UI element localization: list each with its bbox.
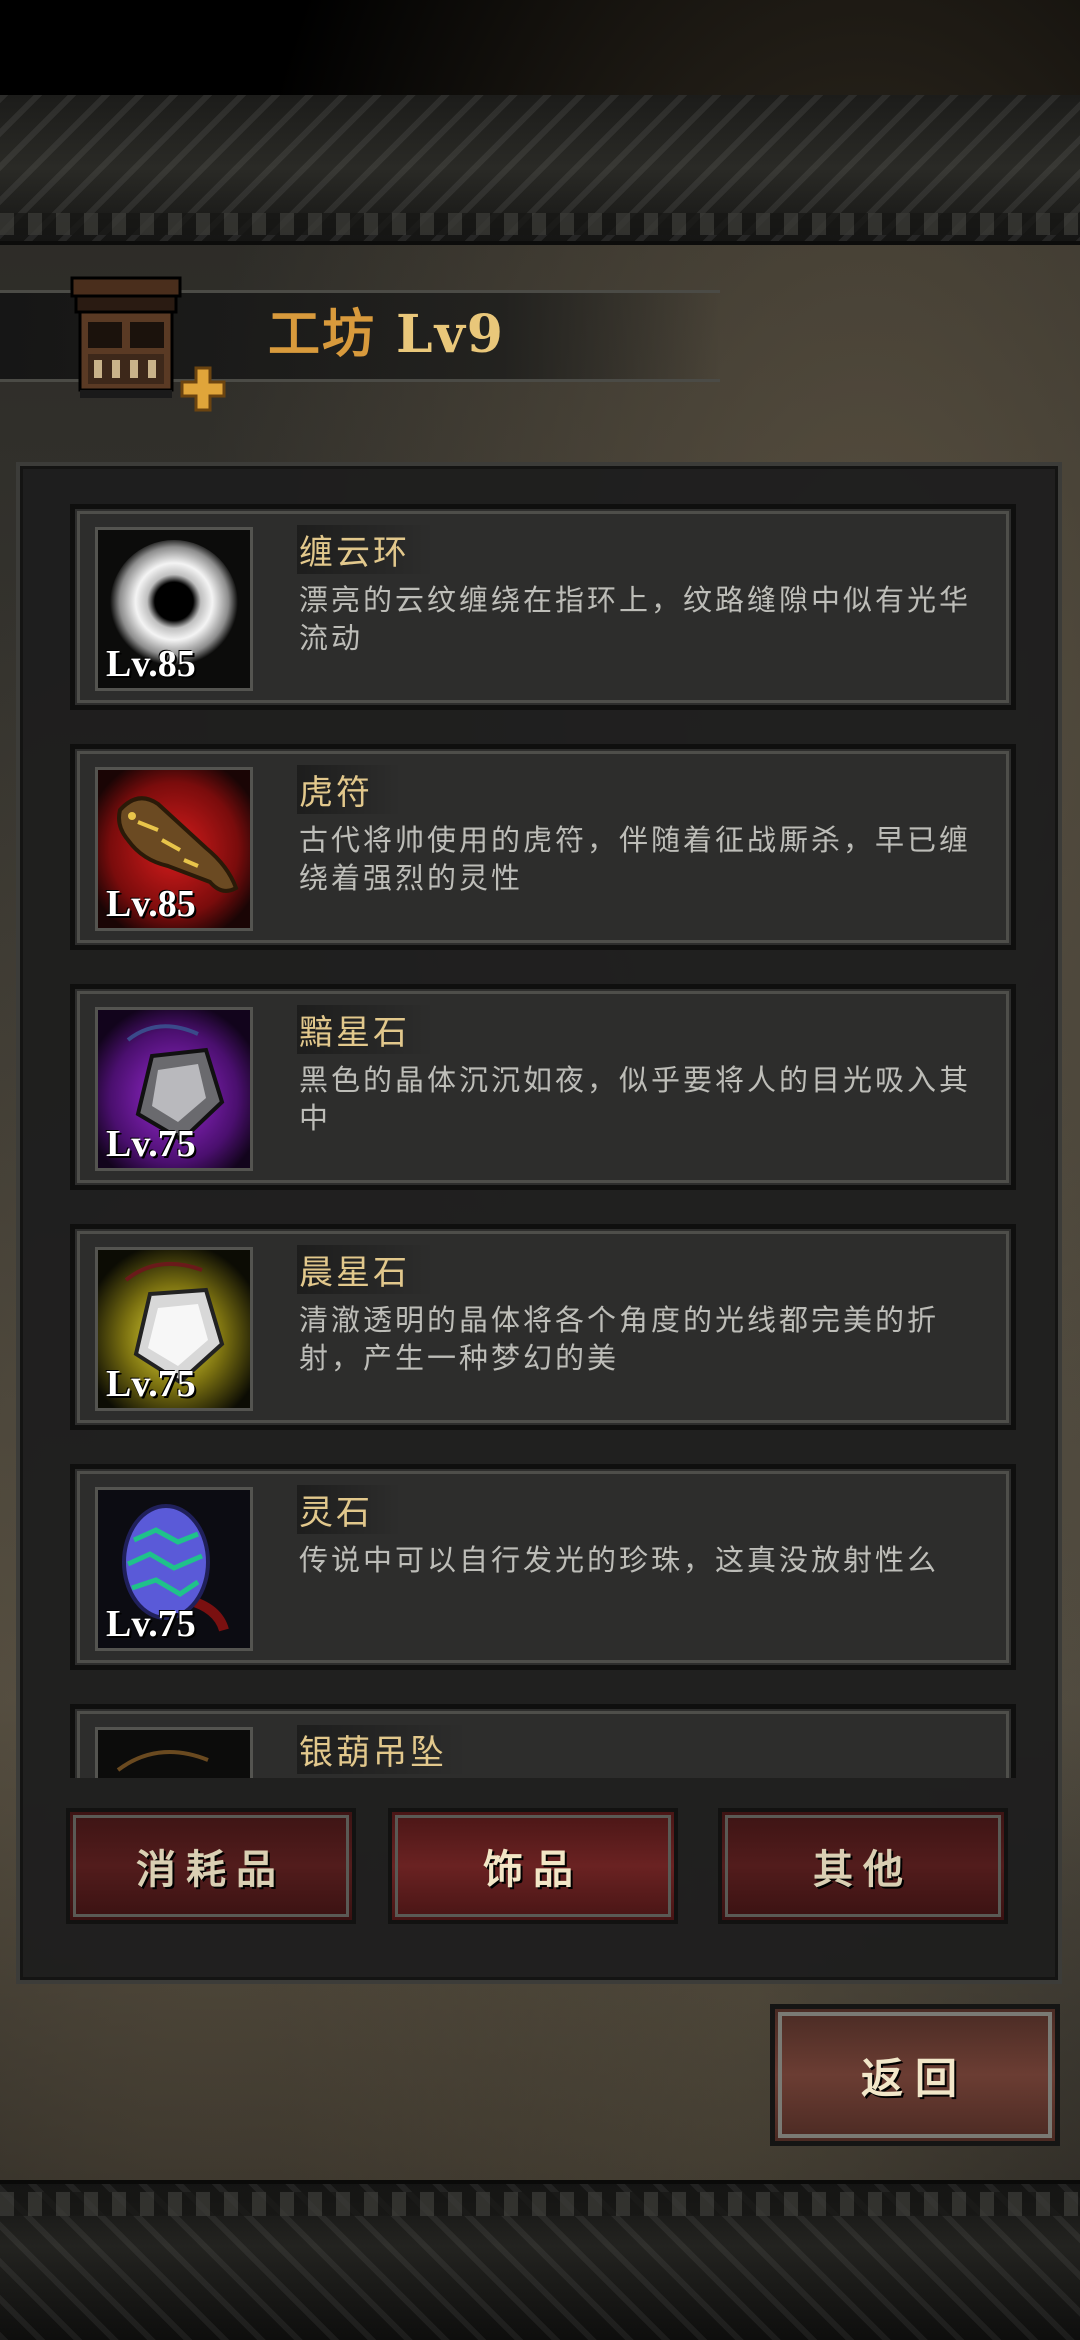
- tab-other[interactable]: 其他: [718, 1808, 1008, 1924]
- item-name: 缠云环: [297, 525, 450, 574]
- item-name: 虎符: [297, 765, 413, 814]
- item-description: 古代将帅使用的虎符，伴随着征战厮杀，早已缠绕着强烈的灵性: [299, 823, 972, 895]
- item-description: 传说中可以自行发光的珍珠，这真没放射性么: [299, 1543, 940, 1577]
- item-name: 黯星石: [297, 1005, 450, 1054]
- back-button[interactable]: 返回: [770, 2004, 1060, 2146]
- list-item[interactable]: Lv.75 晨星石 清澈透明的晶体将各个角度的光线都完美的折射，产生一种梦幻的美: [70, 1224, 1016, 1430]
- list-item[interactable]: Lv.75 黯星石 黑色的晶体沉沉如夜，似乎要将人的目光吸入其中: [70, 984, 1016, 1190]
- item-icon-frame: Lv.85: [95, 527, 253, 691]
- item-icon-frame: Lv.75: [95, 1487, 253, 1651]
- item-level: Lv.75: [106, 1363, 196, 1405]
- top-decorative-border: [0, 95, 1080, 245]
- item-icon-frame: [95, 1727, 253, 1778]
- tab-consumables[interactable]: 消耗品: [66, 1808, 356, 1924]
- item-description: 漂亮的云纹缠绕在指环上，纹路缝隙中似有光华流动: [299, 583, 972, 655]
- plus-icon: [180, 366, 226, 412]
- silver-gourd-pendant-icon: [98, 1730, 250, 1778]
- item-level: Lv.75: [106, 1123, 196, 1165]
- tab-accessories[interactable]: 饰品: [388, 1808, 678, 1924]
- item-description: 清澈透明的晶体将各个角度的光线都完美的折射，产生一种梦幻的美: [299, 1303, 940, 1375]
- item-level: Lv.75: [106, 1603, 196, 1645]
- item-name: 灵石: [297, 1485, 413, 1534]
- item-icon-frame: Lv.75: [95, 1247, 253, 1411]
- list-item[interactable]: Lv.85 缠云环 漂亮的云纹缠绕在指环上，纹路缝隙中似有光华流动: [70, 504, 1016, 710]
- list-item[interactable]: Lv.85 虎符 古代将帅使用的虎符，伴随着征战厮杀，早已缠绕着强烈的灵性: [70, 744, 1016, 950]
- item-name: 银葫吊坠: [297, 1725, 487, 1774]
- item-icon-frame: Lv.75: [95, 1007, 253, 1171]
- bottom-decorative-border: [0, 2180, 1080, 2340]
- workshop-title: 工坊: [268, 304, 377, 365]
- list-item[interactable]: 银葫吊坠: [70, 1704, 1016, 1778]
- item-list[interactable]: Lv.85 缠云环 漂亮的云纹缠绕在指环上，纹路缝隙中似有光华流动 Lv.85 …: [70, 504, 1016, 1778]
- item-description: 黑色的晶体沉沉如夜，似乎要将人的目光吸入其中: [299, 1063, 972, 1135]
- item-name: 晨星石: [297, 1245, 450, 1294]
- workshop-building-icon[interactable]: [62, 262, 226, 412]
- item-icon-frame: Lv.85: [95, 767, 253, 931]
- page-title: 工坊 Lv9: [268, 300, 505, 370]
- list-item[interactable]: Lv.75 灵石 传说中可以自行发光的珍珠，这真没放射性么: [70, 1464, 1016, 1670]
- workshop-level: Lv9: [396, 304, 505, 365]
- item-level: Lv.85: [106, 643, 196, 685]
- item-level: Lv.85: [106, 883, 196, 925]
